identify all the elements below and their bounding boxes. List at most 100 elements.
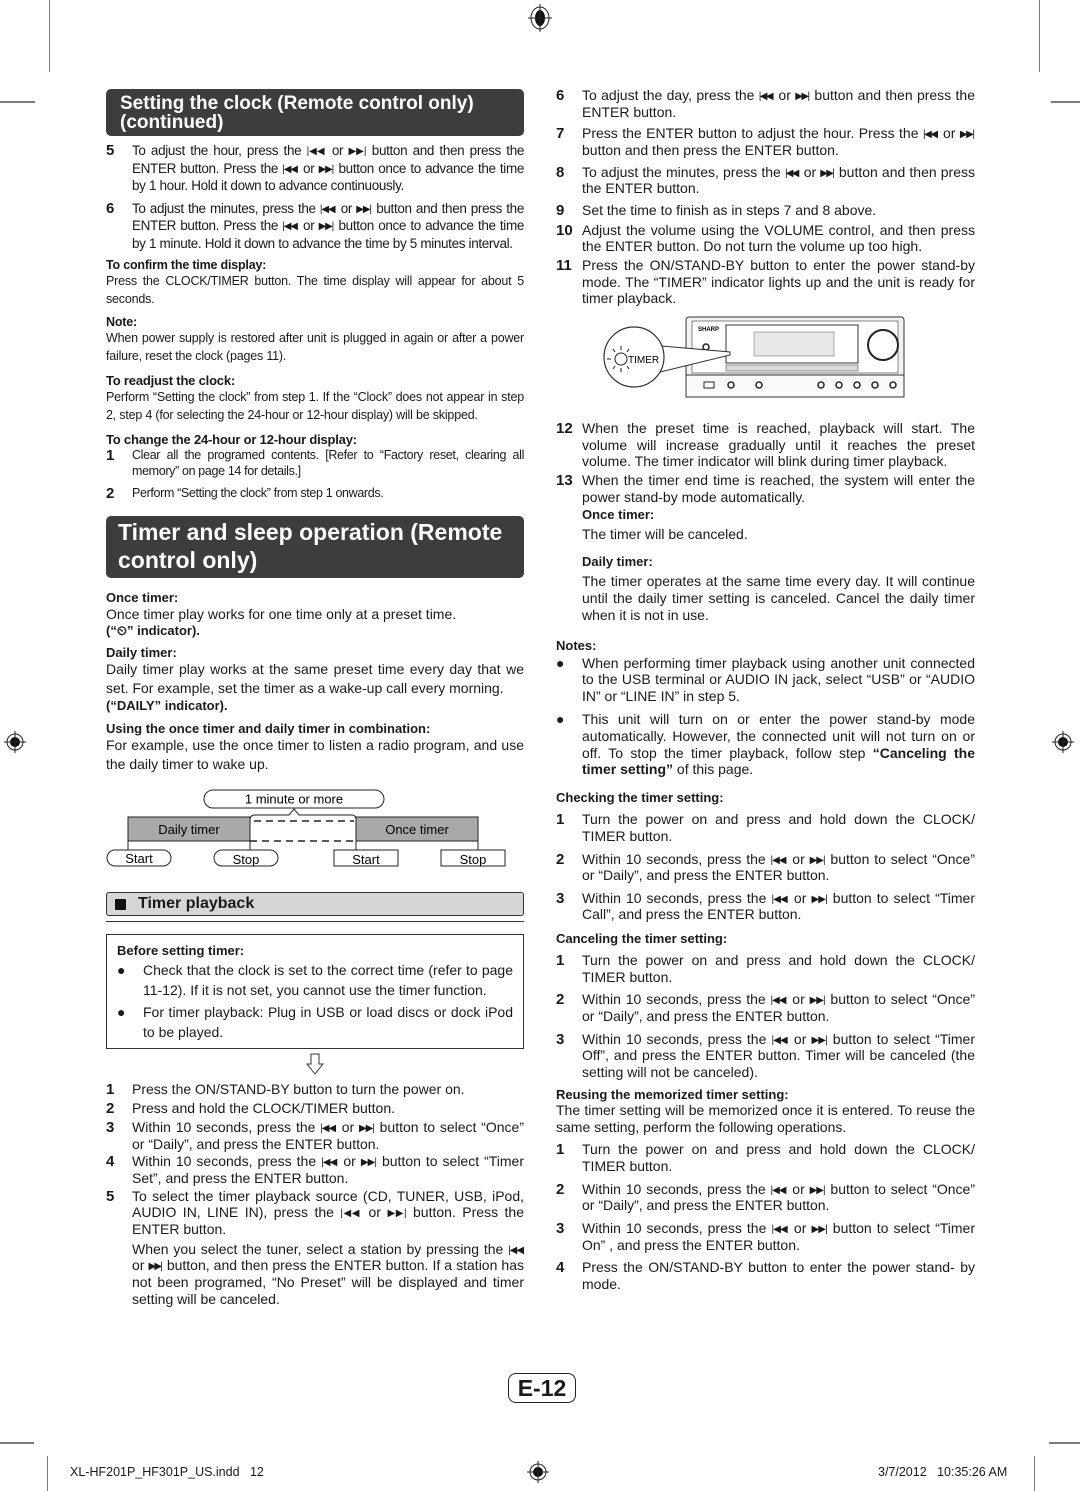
skip-back-icon: |◀◀ xyxy=(770,1184,788,1196)
step-text: Within 10 seconds, press the |◀◀ or ▶▶| … xyxy=(582,991,975,1025)
crop-mark xyxy=(1049,1442,1080,1444)
step-number: 2 xyxy=(106,1100,115,1118)
registration-mark-icon xyxy=(527,1461,549,1483)
skip-forward-icon: ▶▶| xyxy=(809,995,826,1007)
skip-back-icon: |◀◀ xyxy=(508,1244,524,1256)
skip-back-icon: |◀◀ xyxy=(306,146,327,157)
registration-mark-icon xyxy=(1052,731,1074,753)
note-label: Note: xyxy=(106,314,137,329)
bullet-icon: ● xyxy=(556,711,565,728)
brand-logo: SHARP xyxy=(698,327,719,333)
once-start-label: Start xyxy=(352,852,380,867)
emphasis: “Canceling the timer setting” xyxy=(582,744,975,778)
registration-mark-icon xyxy=(528,4,552,32)
once-timer-text: Once timer play works for one time only … xyxy=(106,605,457,622)
skip-back-icon: |◀◀ xyxy=(320,1123,337,1135)
skip-back-icon: |◀◀ xyxy=(282,221,298,233)
step-number: 13 xyxy=(556,472,573,490)
skip-back-icon: |◀◀ xyxy=(282,163,298,175)
list-item: 4 Press the ON/STAND-BY button to enter t… xyxy=(556,1259,975,1292)
skip-back-icon: |◀◀ xyxy=(770,995,788,1007)
stereo-unit-illustration: SHARP TIMER xyxy=(596,315,975,410)
list-item: 10 Adjust the volume using the VOLUME con… xyxy=(556,222,975,255)
timer-indicator-icon xyxy=(614,352,628,366)
step-number: 11 xyxy=(556,257,572,275)
timer-steps-b: 12 When the preset time is reached, playb… xyxy=(556,420,975,505)
list-item: 5 To select the timer playback source (C… xyxy=(106,1188,524,1238)
right-column: 6 To adjust the day, press the |◀◀ or ▶▶|… xyxy=(556,87,975,1299)
skip-forward-icon: ▶▶| xyxy=(959,129,975,141)
once-timer-label: Once timer: xyxy=(582,507,655,523)
list-item: 3 Within 10 seconds, press the |◀◀ or ▶▶… xyxy=(106,1119,524,1152)
list-item: 8 To adjust the minutes, press the |◀◀ or… xyxy=(556,164,975,197)
once-timer-bar-label: Once timer xyxy=(385,822,449,837)
list-item: 1 Turn the power on and press and hold do… xyxy=(556,952,975,985)
list-item: 6 To adjust the day, press the |◀◀ or ▶▶|… xyxy=(556,87,975,120)
skip-back-icon: |◀◀ xyxy=(340,1208,362,1220)
reusing-label: Reusing the memorized timer setting: xyxy=(556,1086,789,1102)
daily-timer-text: The timer operates at the same time ever… xyxy=(582,573,975,623)
step-number: 1 xyxy=(556,811,565,829)
bullet-text: This unit will turn on or enter the powe… xyxy=(582,711,975,778)
crop-mark xyxy=(1039,0,1040,72)
step-text: Press the ON/STAND-BY button to turn the… xyxy=(132,1081,465,1098)
step-number: 3 xyxy=(106,1119,115,1137)
list-item: 6 To adjust the minutes, press the |◀◀ o… xyxy=(106,200,524,253)
step-text: Within 10 seconds, press the |◀◀ or ▶▶| … xyxy=(132,1119,524,1152)
step-text: Press the ENTER button to adjust the hou… xyxy=(582,125,975,158)
step-number: 3 xyxy=(556,1030,565,1048)
square-bullet-icon xyxy=(115,898,126,910)
list-item: 1 Turn the power on and press and hold do… xyxy=(556,811,975,844)
bullet-text: When performing timer playback using ano… xyxy=(582,654,975,705)
list-item: 2 Within 10 seconds, press the |◀◀ or ▶▶|… xyxy=(556,851,975,884)
skip-back-icon: |◀◀ xyxy=(771,893,789,905)
step-text: To adjust the hour, press the |◀◀ or ▶▶|… xyxy=(132,143,525,194)
tuner-note: When you select the tuner, select a stat… xyxy=(132,1240,524,1308)
skip-forward-icon: ▶▶| xyxy=(811,1034,827,1046)
list-item: ● Check that the clock is set to the cor… xyxy=(117,961,513,1000)
step-text: Press and hold the CLOCK/TIMER button. xyxy=(132,1100,396,1117)
step-number: 6 xyxy=(106,199,115,217)
list-item: 3 Within 10 seconds, press the |◀◀ or ▶▶|… xyxy=(556,1220,975,1253)
footer-timestamp: 3/7/2012 10:35:26 AM xyxy=(878,1465,1008,1479)
step-number: 5 xyxy=(106,1187,115,1205)
step-text: Perform “Setting the clock” from step 1 … xyxy=(132,485,384,500)
before-setting-label: Before setting timer: xyxy=(117,943,245,959)
note-text: When power supply is restored after unit… xyxy=(106,330,524,363)
step-text: Turn the power on and press and hold dow… xyxy=(582,1141,975,1174)
step-text: Adjust the volume using the VOLUME contr… xyxy=(582,221,975,255)
once-timer-text: The timer will be canceled. xyxy=(582,526,748,543)
timer-end-details: Once timer: The timer will be canceled. … xyxy=(556,507,975,623)
notes-label: Notes: xyxy=(556,637,597,653)
skip-forward-icon: ▶▶| xyxy=(348,146,367,157)
divider xyxy=(106,921,524,923)
subheading-timer-playback: Timer playback xyxy=(106,892,524,917)
footer-filename: XL-HF201P_HF301P_US.indd 12 xyxy=(70,1465,264,1479)
timer-combination-diagram: 1 minute or more Daily timer Once timer … xyxy=(106,788,524,880)
skip-forward-icon: ▶▶| xyxy=(318,221,335,233)
clock-steps: 5 To adjust the hour, press the |◀◀ or ▶… xyxy=(106,142,524,252)
crop-mark xyxy=(1051,101,1080,103)
daily-timer-bar-label: Daily timer xyxy=(158,822,220,837)
list-item: 2 Within 10 seconds, press the |◀◀ or ▶▶|… xyxy=(556,991,975,1024)
step-text: To adjust the minutes, press the |◀◀ or … xyxy=(132,200,525,251)
canceling-label: Canceling the timer setting: xyxy=(556,931,728,947)
gap-bracket xyxy=(249,808,357,821)
step-number: 2 xyxy=(556,1180,565,1198)
page-number: E-12 xyxy=(508,1373,576,1403)
once-indicator: (“⏲” indicator). xyxy=(106,623,200,639)
step-number: 7 xyxy=(556,125,565,143)
skip-forward-icon: ▶▶| xyxy=(359,1123,375,1135)
step-text: To adjust the minutes, press the |◀◀ or … xyxy=(582,163,975,197)
once-stop-label: Stop xyxy=(460,852,487,867)
step-number: 6 xyxy=(556,87,565,104)
list-item: 11 Press the ON/STAND-BY button to enter … xyxy=(556,257,975,307)
crop-mark xyxy=(0,101,35,103)
daily-indicator: (“DAILY” indicator). xyxy=(106,698,228,714)
bullet-icon: ● xyxy=(117,1004,126,1021)
daily-timer-label: Daily timer: xyxy=(106,645,177,661)
step-number: 3 xyxy=(556,889,565,907)
step-number: 1 xyxy=(106,1081,115,1099)
bullet-text: For timer playback: Plug in USB or load … xyxy=(143,1004,513,1040)
step-number: 8 xyxy=(556,163,565,181)
